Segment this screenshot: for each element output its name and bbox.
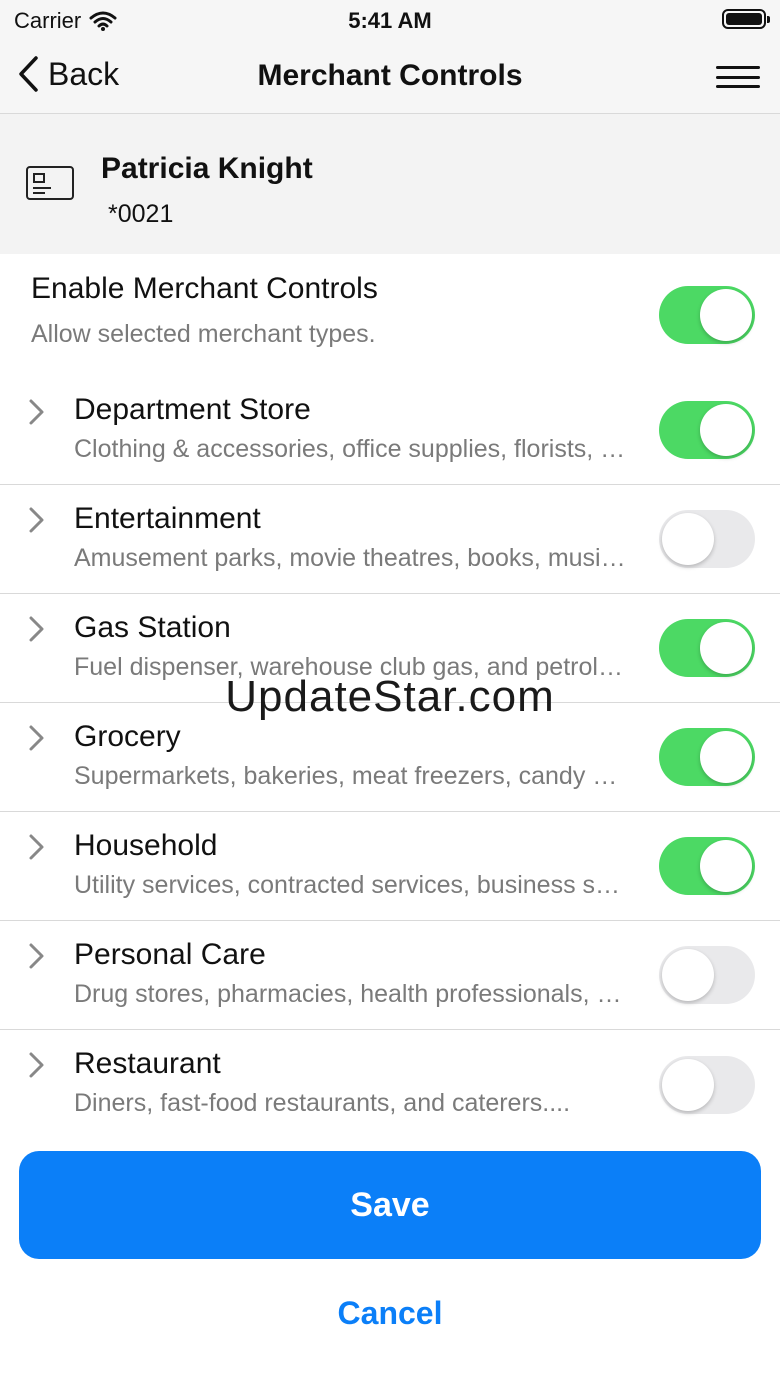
navigation-bar: Back Merchant Controls [0, 40, 780, 114]
category-row-household[interactable]: Household Utility services, contracted s… [0, 812, 780, 921]
chevron-right-icon [29, 834, 44, 860]
category-toggle[interactable] [659, 619, 755, 677]
cardholder-name: Patricia Knight [101, 152, 313, 185]
toggle-knob [700, 731, 752, 783]
category-title: Entertainment [74, 502, 261, 535]
category-row-grocery[interactable]: Grocery Supermarkets, bakeries, meat fre… [0, 703, 780, 812]
category-toggle[interactable] [659, 946, 755, 1004]
category-row-restaurant[interactable]: Restaurant Diners, fast-food restaurants… [0, 1030, 780, 1140]
enable-merchant-controls-label: Enable Merchant Controls [31, 272, 378, 305]
status-bar: Carrier 5:41 AM [0, 0, 780, 40]
toggle-knob [662, 513, 714, 565]
toggle-knob [700, 622, 752, 674]
category-row-department-store[interactable]: Department Store Clothing & accessories,… [0, 375, 780, 485]
category-row-entertainment[interactable]: Entertainment Amusement parks, movie the… [0, 485, 780, 594]
toggle-knob [662, 1059, 714, 1111]
category-title: Household [74, 829, 218, 862]
chevron-right-icon [29, 725, 44, 751]
category-toggle[interactable] [659, 837, 755, 895]
toggle-knob [662, 949, 714, 1001]
chevron-right-icon [29, 943, 44, 969]
clock: 5:41 AM [348, 8, 432, 33]
category-description: Amusement parks, movie theatres, books, … [74, 544, 626, 572]
toggle-knob [700, 289, 752, 341]
cancel-button[interactable]: Cancel [290, 1288, 490, 1338]
category-toggle[interactable] [659, 1056, 755, 1114]
enable-merchant-controls-description: Allow selected merchant types. [31, 320, 376, 348]
chevron-right-icon [29, 507, 44, 533]
category-title: Gas Station [74, 611, 231, 644]
battery-icon [722, 9, 770, 29]
enable-merchant-controls-toggle[interactable] [659, 286, 755, 344]
category-description: Clothing & accessories, office supplies,… [74, 435, 626, 463]
category-row-personal-care[interactable]: Personal Care Drug stores, pharmacies, h… [0, 921, 780, 1030]
credit-card-icon [26, 166, 74, 200]
category-row-gas-station[interactable]: Gas Station Fuel dispenser, warehouse cl… [0, 594, 780, 703]
save-button[interactable]: Save [19, 1151, 761, 1259]
category-description: Supermarkets, bakeries, meat freezers, c… [74, 762, 626, 790]
card-number: *0021 [108, 200, 174, 228]
category-title: Grocery [74, 720, 181, 753]
toggle-knob [700, 404, 752, 456]
toggle-knob [700, 840, 752, 892]
hamburger-menu-icon[interactable] [716, 66, 760, 88]
category-description: Drug stores, pharmacies, health professi… [74, 980, 626, 1008]
chevron-right-icon [29, 616, 44, 642]
category-description: Diners, fast-food restaurants, and cater… [74, 1089, 571, 1117]
category-description: Fuel dispenser, warehouse club gas, and … [74, 653, 626, 681]
category-toggle[interactable] [659, 728, 755, 786]
chevron-right-icon [29, 1052, 44, 1078]
category-title: Personal Care [74, 938, 266, 971]
category-title: Restaurant [74, 1047, 221, 1080]
card-summary: Patricia Knight *0021 [0, 114, 780, 254]
chevron-right-icon [29, 399, 44, 425]
category-toggle[interactable] [659, 401, 755, 459]
category-toggle[interactable] [659, 510, 755, 568]
category-description: Utility services, contracted services, b… [74, 871, 626, 899]
category-title: Department Store [74, 393, 311, 426]
page-title: Merchant Controls [257, 59, 523, 92]
